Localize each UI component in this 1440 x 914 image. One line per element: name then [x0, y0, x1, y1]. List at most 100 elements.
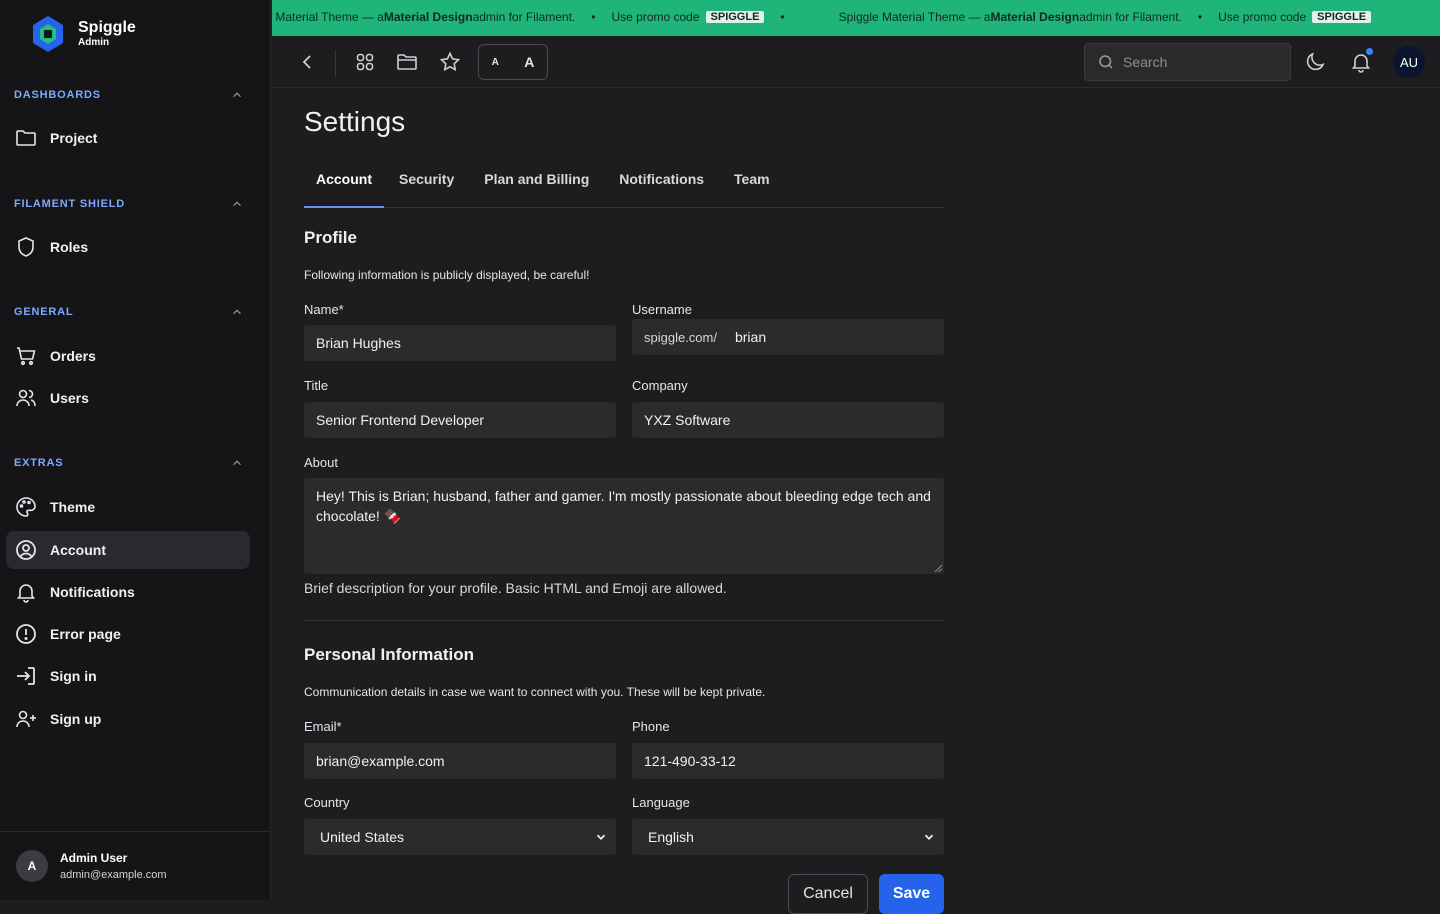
cart-icon [17, 347, 36, 366]
group-title: DASHBOARDS [14, 89, 101, 101]
folder-icon[interactable] [395, 50, 419, 74]
sidebar-item-error-page[interactable]: Error page [6, 615, 250, 653]
personal-description: Communication details in case we want to… [304, 685, 766, 699]
search-icon [1099, 55, 1113, 69]
username-value: brian [734, 329, 767, 345]
sidebar-item-account[interactable]: Account [6, 531, 250, 569]
title-field[interactable]: Senior Frontend Developer [304, 402, 616, 438]
tab-plan-and-billing[interactable]: Plan and Billing [469, 168, 604, 208]
tab-account[interactable]: Account [304, 168, 384, 208]
sidebar-item-theme[interactable]: Theme [6, 488, 250, 526]
promo-code: SPIGGLE [1312, 11, 1372, 23]
group-title: FILAMENT SHIELD [14, 198, 125, 210]
promo-code: SPIGGLE [705, 11, 765, 23]
font-large-button[interactable]: A [524, 54, 534, 70]
profile-heading: Profile [304, 228, 357, 247]
apps-icon[interactable] [353, 50, 377, 74]
promo-segment: Spiggle Material Theme — a Material Desi… [272, 10, 839, 24]
company-field[interactable]: YXZ Software [632, 402, 944, 438]
sidebar-item-orders[interactable]: Orders [6, 337, 250, 375]
tab-notifications[interactable]: Notifications [604, 168, 719, 208]
email-field[interactable]: brian@example.com [304, 743, 616, 779]
sign-in-icon [17, 667, 35, 685]
language-label: Language [632, 795, 690, 810]
chevron-up-icon [233, 201, 241, 207]
topbar: A A AU [272, 36, 1440, 88]
settings-tabs: Account Security Plan and Billing Notifi… [304, 168, 944, 208]
company-label: Company [632, 378, 688, 393]
user-circle-icon [16, 540, 36, 560]
avatar[interactable]: AU [1393, 46, 1425, 78]
sidebar-item-label: Project [50, 130, 98, 146]
sidebar-item-label: Sign in [50, 668, 97, 684]
group-title: EXTRAS [14, 457, 64, 469]
phone-field[interactable]: 121-490-33-12 [632, 743, 944, 779]
sidebar-item-label: Theme [50, 499, 96, 515]
resize-handle-icon[interactable] [934, 564, 942, 572]
group-general[interactable]: GENERAL [14, 305, 244, 319]
separator: • [780, 10, 785, 24]
brand[interactable]: Spiggle Admin [30, 14, 136, 54]
name-field[interactable]: Brian Hughes [304, 325, 616, 361]
sidebar-item-sign-up[interactable]: Sign up [6, 700, 250, 738]
save-button[interactable]: Save [879, 874, 944, 914]
divider [335, 50, 336, 76]
promo-banner[interactable]: Spiggle Material Theme — a Material Desi… [272, 0, 1440, 36]
moon-icon[interactable] [1303, 50, 1327, 74]
country-label: Country [304, 795, 350, 810]
about-textarea[interactable]: Hey! This is Brian; husband, father and … [304, 478, 944, 574]
about-label: About [304, 455, 338, 470]
personal-heading: Personal Information [304, 645, 475, 664]
brand-subtitle: Admin [78, 37, 110, 48]
group-extras[interactable]: EXTRAS [14, 456, 244, 470]
about-value: Hey! This is Brian; husband, father and … [316, 488, 931, 524]
search-box[interactable] [1084, 43, 1291, 81]
page-title: Settings [304, 106, 406, 137]
email-label: Email* [304, 719, 342, 734]
sidebar-item-users[interactable]: Users [6, 379, 250, 417]
user-email: admin@example.com [60, 868, 167, 881]
group-title: GENERAL [14, 306, 74, 318]
sidebar-item-notifications[interactable]: Notifications [6, 573, 250, 611]
country-select[interactable]: United States [304, 819, 616, 855]
language-value: English [648, 829, 694, 845]
palette-icon [16, 497, 36, 517]
promo-code-text: Use promo code [611, 10, 700, 24]
users-icon [16, 389, 36, 407]
font-size-toggle[interactable]: A A [478, 44, 548, 80]
notification-dot [1366, 48, 1373, 55]
sidebar-item-sign-in[interactable]: Sign in [6, 657, 250, 695]
username-field[interactable]: spiggle.com/ brian [632, 319, 944, 355]
chevron-left-icon[interactable] [295, 50, 319, 74]
tab-team[interactable]: Team [719, 168, 785, 208]
title-label: Title [304, 378, 329, 393]
user-footer[interactable]: A Admin User admin@example.com [0, 831, 271, 900]
separator: • [591, 10, 596, 24]
sidebar-item-label: Error page [50, 626, 121, 642]
phone-label: Phone [632, 719, 670, 734]
promo-track: Spiggle Material Theme — a Material Desi… [272, 10, 1409, 24]
user-name: Admin User [60, 850, 128, 865]
avatar: A [16, 850, 48, 882]
font-small-button[interactable]: A [492, 57, 499, 68]
language-select[interactable]: English [632, 819, 944, 855]
star-icon[interactable] [438, 50, 462, 74]
group-dashboards[interactable]: DASHBOARDS [14, 88, 244, 102]
chevron-down-icon [596, 834, 606, 840]
about-hint: Brief description for your profile. Basi… [304, 580, 727, 596]
cancel-button[interactable]: Cancel [788, 874, 868, 914]
username-prefix: spiggle.com/ [644, 329, 717, 345]
shield-icon [18, 237, 34, 257]
name-label: Name* [304, 302, 344, 317]
brand-name: Spiggle [78, 19, 136, 36]
tab-security[interactable]: Security [384, 168, 469, 208]
search-input[interactable] [1123, 54, 1273, 70]
sidebar-item-label: Account [50, 542, 106, 558]
sidebar-item-project[interactable]: Project [6, 119, 250, 157]
promo-segment: Spiggle Material Theme — a Material Desi… [839, 10, 1409, 24]
chevron-up-icon [233, 309, 241, 315]
chevron-down-icon [924, 834, 934, 840]
promo-suffix: admin for Filament. [1079, 10, 1182, 24]
sidebar-item-roles[interactable]: Roles [6, 228, 250, 266]
group-filament-shield[interactable]: FILAMENT SHIELD [14, 197, 244, 211]
